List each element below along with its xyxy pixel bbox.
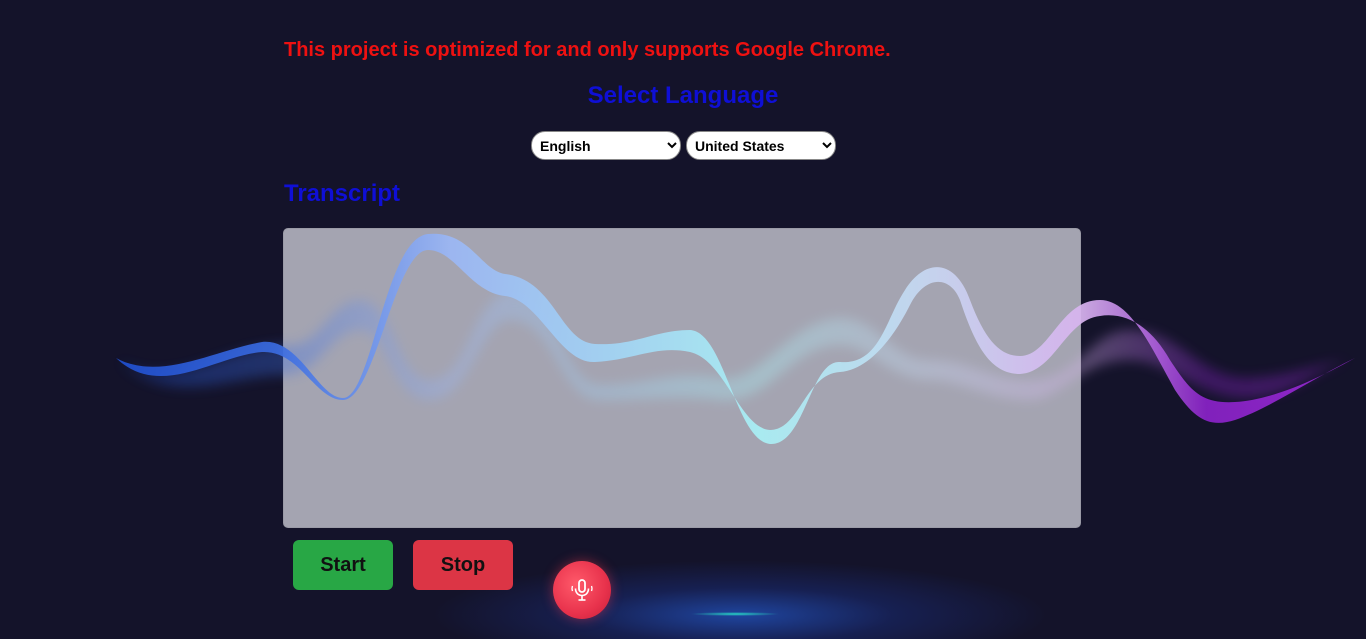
stop-button[interactable]: Stop bbox=[413, 540, 513, 590]
country-select[interactable]: United States bbox=[686, 131, 836, 160]
language-selectors: English United States bbox=[531, 131, 836, 160]
bottom-glow bbox=[430, 560, 1050, 639]
start-button[interactable]: Start bbox=[293, 540, 393, 590]
bottom-glow-line bbox=[690, 612, 780, 616]
language-select[interactable]: English bbox=[531, 131, 681, 160]
mic-button[interactable] bbox=[553, 561, 611, 619]
browser-support-notice: This project is optimized for and only s… bbox=[284, 39, 891, 61]
app-stage: This project is optimized for and only s… bbox=[0, 0, 1366, 639]
select-language-heading: Select Language bbox=[587, 82, 779, 109]
transcript-heading: Transcript bbox=[284, 180, 401, 207]
microphone-icon bbox=[571, 579, 593, 601]
transcript-textbox[interactable] bbox=[283, 228, 1081, 528]
